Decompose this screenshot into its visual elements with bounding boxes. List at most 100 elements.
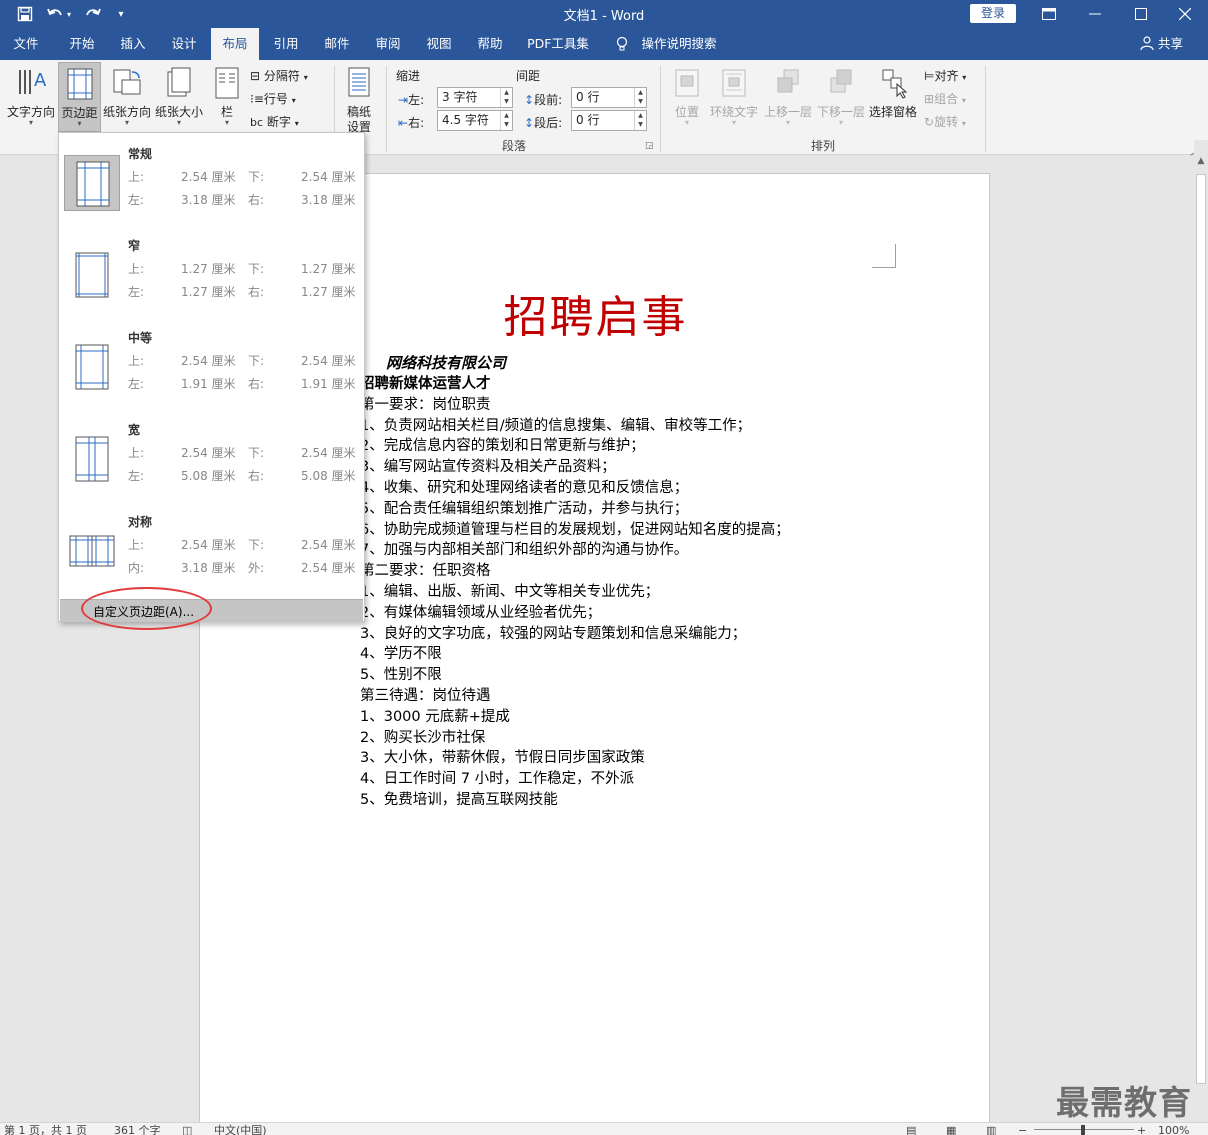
language[interactable]: 中文(中国) [214,1123,267,1135]
document-line: 5、配合责任编辑组织策划推广活动，并参与执行； [360,500,689,517]
close-icon[interactable] [1162,0,1208,28]
align-button[interactable]: ⊨对齐 ▾ [924,67,966,84]
selection-pane-icon [882,69,908,99]
undo-dropdown-icon[interactable]: ▾ [62,0,76,28]
wrap-text-button[interactable]: 环绕文字 ▾ [708,62,760,132]
indent-left-input[interactable]: 3 字符 ▲ ▼ [437,87,513,108]
print-layout-icon[interactable]: ▦ [946,1123,956,1135]
margin-value-right: 3.18 厘米 [301,193,356,207]
scroll-up-icon[interactable]: ▲ [1194,156,1208,170]
share-button[interactable]: 共享 [1140,28,1183,60]
tell-me-search[interactable]: 操作说明搜索 [638,28,720,60]
ribbon-display-icon[interactable] [1026,0,1072,28]
margin-corner-mark [872,244,896,268]
tab-references[interactable]: 引用 [262,28,310,60]
size-button[interactable]: 纸张大小 ▾ [153,62,205,132]
tab-file[interactable]: 文件 [0,28,52,60]
document-line: 5、免费培训，提高互联网技能 [360,792,558,808]
breaks-button[interactable]: ⊟ 分隔符 ▾ [250,67,308,84]
spin-arrows-icon[interactable]: ▲ ▼ [634,111,646,130]
tab-view[interactable]: 视图 [414,28,464,60]
redo-icon[interactable] [78,0,108,28]
orientation-button[interactable]: 纸张方向 ▾ [101,62,153,132]
send-backward-button[interactable]: 下移一层 ▾ [815,62,867,132]
margin-value-left: 3.18 厘米 [181,193,236,207]
margin-option-name: 窄 [128,239,141,253]
customize-qat-icon[interactable]: ▾ [106,0,136,28]
margin-label-top: 上: [128,538,145,552]
manuscript-settings-button[interactable]: 稿纸 设置 [340,62,378,134]
margin-value-top: 2.54 厘米 [181,170,236,184]
minimize-icon[interactable] [1072,0,1118,28]
margin-label-left: 左: [128,377,145,391]
margin-value-left: 5.08 厘米 [181,469,236,483]
indent-right-input[interactable]: 4.5 字符 ▲ ▼ [437,110,513,131]
margin-label-bottom: 下: [248,262,265,276]
spacing-after-input[interactable]: 0 行 ▲ ▼ [571,110,647,131]
share-label: 共享 [1157,36,1183,51]
group-icon: ⊞ [924,92,935,106]
margin-value-top: 2.54 厘米 [181,354,236,368]
margin-option[interactable]: 窄上: 1.27 厘米 下: 1.27 厘米 左: 1.27 厘米 右: 1.27 厘米 [60,227,363,319]
login-button[interactable]: 登录 [970,4,1016,23]
tab-design[interactable]: 设计 [158,28,210,60]
vertical-scrollbar[interactable]: ▲ [1194,140,1208,1122]
document-line: 2、购买长沙市社保 [360,729,486,746]
group-button[interactable]: ⊞组合 ▾ [924,90,966,107]
document-line: 招聘新媒体运营人才 [360,376,491,392]
zoom-level[interactable]: 100% [1158,1123,1189,1135]
margin-option[interactable]: 常规 上: 2.54 厘米 下: 2.54 厘米 左: 3.18 厘米 右: 3.18 厘米 [60,135,363,227]
tab-layout[interactable]: 布局 [211,28,259,60]
zoom-in-icon[interactable]: + [1137,1123,1146,1135]
margin-value-top: 1.27 厘米 [181,262,236,276]
zoom-out-icon[interactable]: − [1018,1123,1027,1135]
document-line: 1、3000 元底薪+提成 [360,708,510,725]
save-icon[interactable] [10,0,40,28]
line-numbers-button[interactable]: ⁝≡行号 ▾ [250,90,296,107]
maximize-icon[interactable] [1118,0,1164,28]
tab-pdf-tools[interactable]: PDF工具集 [518,28,598,60]
bring-forward-button[interactable]: 上移一层 ▾ [762,62,814,132]
spin-arrows-icon[interactable]: ▲ ▼ [500,88,512,107]
rotate-button[interactable]: ↻旋转 ▾ [924,113,966,130]
hyphenation-button[interactable]: bc 断字 ▾ [250,113,299,130]
margin-option[interactable]: 宽上: 2.54 厘米 下: 2.54 厘米 左: 5.08 厘米 右: 5.08 厘米 [60,411,363,503]
margin-label-left: 左: [128,193,145,207]
margin-option[interactable]: 中等 上: 2.54 厘米 下: 2.54 厘米 左: 1.91 厘米 右: 1.91 厘米 [60,319,363,411]
margin-value-right: 2.54 厘米 [301,561,356,575]
tab-help[interactable]: 帮助 [465,28,515,60]
margins-button[interactable]: 页边距 ▾ [58,62,101,132]
scroll-thumb[interactable] [1196,174,1206,1084]
zoom-slider-thumb[interactable] [1081,1125,1085,1135]
spin-arrows-icon[interactable]: ▲ ▼ [634,88,646,107]
spacing-before-input[interactable]: 0 行 ▲ ▼ [571,87,647,108]
margin-option-name: 宽 [128,423,141,437]
dialog-launcher-icon[interactable]: ◲ [645,141,654,151]
position-button[interactable]: 位置 ▾ [668,62,706,132]
margin-option[interactable]: 对称 上: 2.54 厘米 下: 2.54 厘米 内: 3.18 厘米 外: 2.54 厘米 [60,503,363,595]
proofing-icon[interactable]: ◫ [182,1123,192,1135]
hyphenation-icon: bc [250,116,264,129]
read-mode-icon[interactable]: ▤ [906,1123,916,1135]
tab-review[interactable]: 审阅 [363,28,413,60]
tab-home[interactable]: 开始 [56,28,108,60]
page-count[interactable]: 第 1 页，共 1 页 [4,1123,87,1135]
spin-arrows-icon[interactable]: ▲ ▼ [500,111,512,130]
columns-button[interactable]: 栏 ▾ [210,62,244,132]
document-line: 4、日工作时间 7 小时，工作稳定，不外派 [360,771,635,788]
margin-preview-icon [64,339,120,395]
document-line: 1、编辑、出版、新闻、中文等相关专业优先； [360,584,660,600]
bring-forward-icon [777,69,799,93]
margin-option-name: 对称 [128,515,153,529]
margin-label-right: 外: [248,561,265,575]
lightbulb-icon [612,28,632,60]
word-window: ▾ ▾ 文档1 - Word 登录 文件 开始 插入 设计 布局 引用 邮件 审… [0,0,1208,1135]
tab-insert[interactable]: 插入 [108,28,158,60]
web-layout-icon[interactable]: ▥ [986,1123,996,1135]
margin-label-right: 右: [248,469,265,483]
text-direction-button[interactable]: A 文字方向 ▾ [4,62,58,132]
word-count[interactable]: 361 个字 [114,1123,161,1135]
selection-pane-button[interactable]: 选择窗格 [868,62,918,132]
document-line: 1、负责网站相关栏目/频道的信息搜集、编辑、审校等工作； [360,417,752,434]
tab-mailings[interactable]: 邮件 [312,28,362,60]
